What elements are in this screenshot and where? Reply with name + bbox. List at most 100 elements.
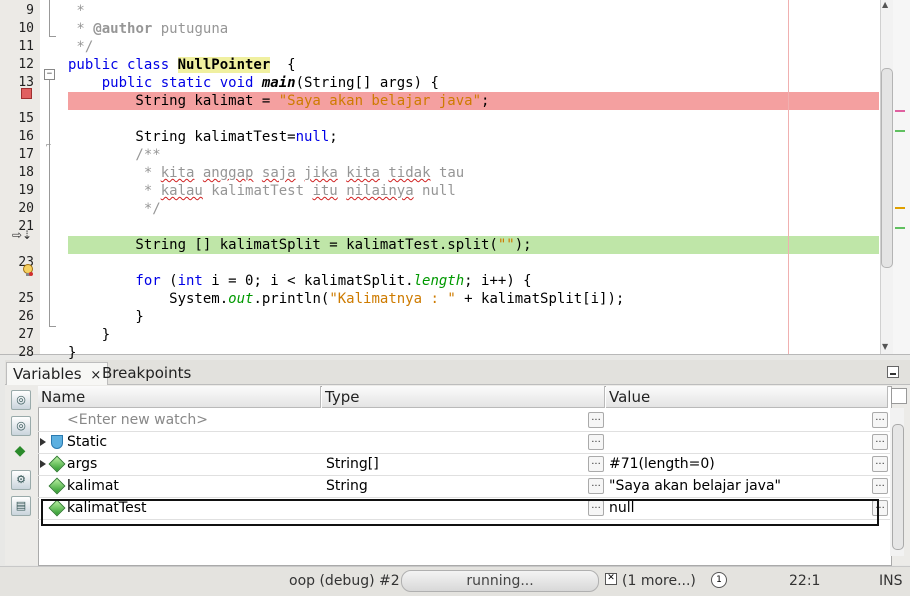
code-line[interactable]: for (int i = 0; i < kalimatSplit.length;…: [0, 272, 880, 290]
ellipsis-button[interactable]: ...: [872, 478, 888, 494]
variable-name: <Enter new watch>: [67, 412, 208, 428]
selected-row-outline: [41, 499, 879, 526]
variables-toolbar: ◎ ◎ ◆ ⚙ ▤: [7, 386, 35, 564]
ellipsis-button[interactable]: ...: [872, 434, 888, 450]
more-tasks-link[interactable]: (1 more...): [622, 567, 696, 595]
scroll-up-icon[interactable]: ▲: [882, 0, 888, 9]
code-line[interactable]: 16 String kalimatTest=null;: [0, 128, 880, 146]
code-token: /**: [68, 147, 161, 163]
expand-arrow-icon[interactable]: [40, 460, 46, 468]
variable-name: kalimat: [67, 478, 119, 494]
error-stripe-mark[interactable]: [895, 130, 905, 132]
code-line[interactable]: 13 public static void main(String[] args…: [0, 74, 880, 92]
code-text: * @author putuguna: [68, 20, 228, 38]
table-row[interactable]: Static......: [38, 431, 890, 454]
ellipsis-button[interactable]: ...: [588, 478, 604, 494]
code-line[interactable]: 25 System.out.println("Kalimatnya : " + …: [0, 290, 880, 308]
editor-scroll-thumb[interactable]: [881, 68, 893, 268]
variable-name: Static: [67, 434, 108, 450]
breakpoint-icon[interactable]: [21, 88, 32, 99]
code-token: *: [68, 183, 161, 199]
watch-icon[interactable]: ◎: [11, 390, 31, 410]
code-token: ;: [329, 129, 338, 145]
ellipsis-button[interactable]: ...: [872, 456, 888, 472]
code-token: kalimatTest: [202, 183, 313, 199]
code-line[interactable]: 11 */: [0, 38, 880, 56]
code-token: .println(: [253, 291, 330, 307]
scroll-down-icon[interactable]: ▼: [882, 342, 888, 351]
code-line[interactable]: 23: [0, 254, 880, 272]
error-stripe[interactable]: [893, 0, 910, 354]
code-line[interactable]: 17 /**: [0, 146, 880, 164]
code-line[interactable]: 18 * kita anggap saja jika kita tidak ta…: [0, 164, 880, 182]
code-token: @author: [93, 21, 153, 37]
code-text: /**: [68, 146, 161, 164]
code-token: putuguna: [152, 21, 229, 37]
code-token: length: [413, 273, 465, 289]
code-token: ; i++) {: [464, 273, 532, 289]
line-number: 12: [18, 57, 34, 72]
code-text: for (int i = 0; i < kalimatSplit.length;…: [68, 272, 532, 290]
code-text: }: [68, 326, 110, 344]
code-line[interactable]: 20 */: [0, 200, 880, 218]
code-line[interactable]: 21: [0, 218, 880, 236]
code-token: public static void: [68, 75, 262, 91]
code-token: String [] kalimatSplit = kalimatTest.spl…: [68, 237, 498, 253]
progress-bar[interactable]: running...: [401, 570, 599, 592]
code-line[interactable]: 9 *: [0, 2, 880, 20]
code-token: *: [68, 3, 85, 19]
column-header-type[interactable]: Type: [322, 386, 605, 408]
code-line[interactable]: String [] kalimatSplit = kalimatTest.spl…: [0, 236, 880, 254]
line-number: 17: [18, 147, 34, 162]
ellipsis-button[interactable]: ...: [588, 456, 604, 472]
code-token: kita: [346, 165, 380, 181]
variable-name: args: [67, 456, 98, 472]
column-settings-icon[interactable]: [891, 388, 907, 404]
code-line[interactable]: 10 * @author putuguna: [0, 20, 880, 38]
expand-arrow-icon[interactable]: [40, 438, 46, 446]
add-watch-icon[interactable]: ◆: [11, 442, 29, 460]
cancel-task-icon[interactable]: ✕: [605, 573, 617, 585]
code-token: NullPointer: [177, 57, 271, 73]
error-stripe-mark[interactable]: [895, 227, 905, 229]
error-stripe-mark[interactable]: [895, 110, 905, 112]
code-line[interactable]: 19 * kalau kalimatTest itu nilainya null: [0, 182, 880, 200]
table-row[interactable]: kalimat String "Saya akan belajar java"...…: [38, 475, 890, 498]
fold-collapse-icon[interactable]: −: [44, 69, 55, 80]
code-line[interactable]: 15: [0, 110, 880, 128]
minimize-panel-icon[interactable]: [887, 366, 899, 378]
ellipsis-button[interactable]: ...: [588, 412, 604, 428]
variable-value: #71(length=0): [609, 456, 715, 472]
code-line[interactable]: 12 public class NullPointer {: [0, 56, 880, 74]
code-token: {: [270, 57, 296, 73]
code-token: out: [228, 291, 254, 307]
export-icon[interactable]: ▤: [11, 496, 31, 516]
code-line[interactable]: String kalimat = "Saya akan belajar java…: [0, 92, 880, 110]
code-line[interactable]: 26 }: [0, 308, 880, 326]
notifications-icon[interactable]: 1: [711, 572, 727, 588]
ellipsis-button[interactable]: ...: [872, 412, 888, 428]
table-row[interactable]: args String[] #71(length=0)......: [38, 453, 890, 476]
code-text: * kita anggap saja jika kita tidak tau: [68, 164, 464, 182]
code-text: */: [68, 38, 93, 56]
new-watch-icon[interactable]: ◎: [11, 416, 31, 436]
ellipsis-button[interactable]: ...: [588, 434, 604, 450]
program-counter-icon: ⇨⇣: [12, 228, 33, 242]
tab-variables[interactable]: Variables ×: [6, 362, 109, 385]
column-header-value[interactable]: Value: [606, 386, 888, 408]
error-stripe-mark[interactable]: [895, 207, 905, 209]
table-row[interactable]: <Enter new watch>......: [38, 409, 890, 432]
code-text: String kalimat = "Saya akan belajar java…: [68, 92, 489, 110]
code-token: (String[] args) {: [295, 75, 439, 91]
fold-guide-comment-end: [49, 36, 56, 37]
settings-icon[interactable]: ⚙: [11, 470, 31, 490]
table-scroll-thumb[interactable]: [892, 424, 904, 550]
code-token: tidak: [388, 165, 431, 181]
column-header-name[interactable]: Name: [38, 386, 321, 408]
code-text: public static void main(String[] args) {: [68, 74, 439, 92]
code-line[interactable]: 27 }: [0, 326, 880, 344]
tab-breakpoints[interactable]: Breakpoints: [96, 362, 197, 384]
hint-bulb-icon[interactable]: [22, 264, 34, 278]
line-number: 11: [18, 39, 34, 54]
